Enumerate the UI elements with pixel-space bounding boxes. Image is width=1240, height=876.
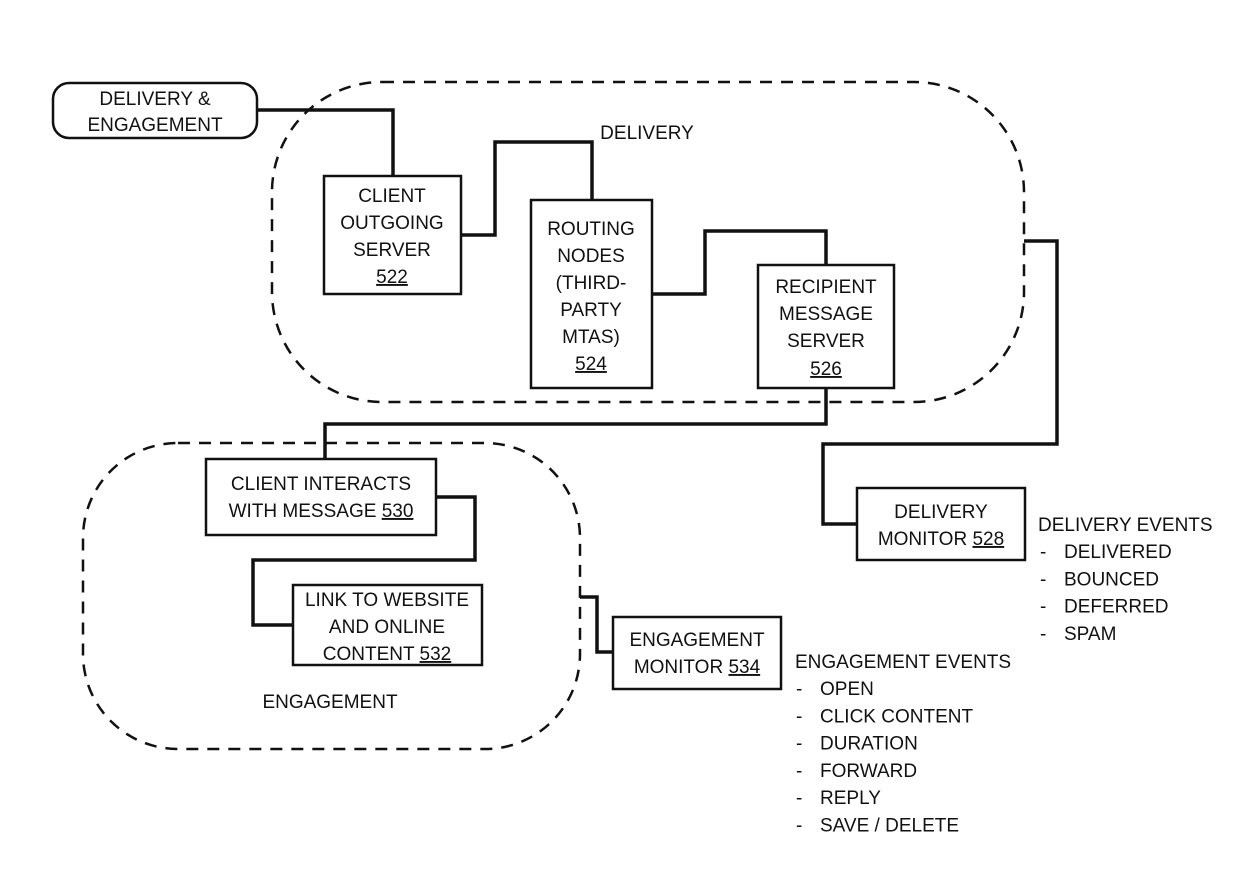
engagement-event-item: FORWARD [820, 761, 917, 782]
node-522-line3: SERVER [353, 240, 431, 261]
engagement-event-bullet: - [796, 706, 802, 727]
node-526-line2: MESSAGE [779, 304, 873, 325]
node-delivery-monitor: DELIVERY MONITOR 528 [855, 486, 1027, 562]
node-530-line2-prefix: WITH MESSAGE [229, 501, 382, 522]
node-routing-nodes: ROUTING NODES (THIRD- PARTY MTAS) 524 [529, 198, 654, 390]
node-recipient-message-server: RECIPIENT MESSAGE SERVER 526 [756, 263, 896, 390]
node-534-line2-prefix: MONITOR [634, 657, 729, 678]
node-522-line1: CLIENT [358, 186, 426, 207]
node-528-line2-prefix: MONITOR [878, 529, 973, 550]
node-link-to-website: LINK TO WEBSITE AND ONLINE CONTENT 532 [291, 583, 484, 667]
engagement-event-bullet: - [796, 788, 802, 809]
connector-engagement-to-534 [580, 595, 613, 654]
delivery-region-label: DELIVERY [600, 123, 694, 144]
node-524-line4: PARTY [560, 300, 622, 321]
delivery-event-bullet: - [1040, 624, 1046, 645]
node-client-outgoing-server: CLIENT OUTGOING SERVER 522 [322, 174, 463, 296]
node-522-line2: OUTGOING [340, 213, 443, 234]
delivery-event-bullet: - [1040, 597, 1046, 618]
node-532-line3: CONTENT 532 [323, 644, 451, 665]
engagement-event-bullet: - [796, 761, 802, 782]
node-524-line2: NODES [557, 246, 625, 267]
engagement-event-item: DURATION [820, 734, 918, 755]
engagement-event-bullet: - [796, 734, 802, 755]
engagement-events-list: ENGAGEMENT EVENTS - OPEN- CLICK CONTENT- DU… [795, 652, 1011, 837]
delivery-events-title: DELIVERY EVENTS [1038, 515, 1213, 536]
node-534-ref: 534 [728, 657, 760, 678]
node-528-line2: MONITOR 528 [878, 529, 1004, 550]
node-530-ref: 530 [382, 501, 414, 522]
node-532-line2: AND ONLINE [329, 617, 445, 638]
delivery-events-list: DELIVERY EVENTS - DELIVERED- BOUNCED- DEFER… [1038, 515, 1213, 645]
engagement-region-label: ENGAGEMENT [262, 692, 398, 713]
delivery-event-item: BOUNCED [1064, 569, 1159, 590]
node-532-ref: 532 [420, 644, 452, 665]
engagement-events-title: ENGAGEMENT EVENTS [795, 652, 1011, 673]
root-node-label-line1: DELIVERY & [99, 89, 211, 110]
node-526-ref: 526 [810, 359, 842, 380]
engagement-event-bullet: - [796, 816, 802, 837]
node-532-line1: LINK TO WEBSITE [305, 590, 469, 611]
node-client-interacts: CLIENT INTERACTS WITH MESSAGE 530 [204, 457, 438, 537]
node-534-line2: MONITOR 534 [634, 657, 761, 678]
delivery-event-item: DEFERRED [1064, 597, 1169, 618]
delivery-event-item: DELIVERED [1064, 542, 1172, 563]
node-526-line1: RECIPIENT [775, 277, 877, 298]
delivery-event-bullet: - [1040, 542, 1046, 563]
node-524-ref: 524 [575, 354, 607, 375]
engagement-events-items: - OPEN- CLICK CONTENT- DURATION- FORWARD- REP… [796, 679, 973, 837]
engagement-event-bullet: - [796, 679, 802, 700]
delivery-event-item: SPAM [1064, 624, 1116, 645]
engagement-event-item: OPEN [820, 679, 874, 700]
node-528-ref: 528 [972, 529, 1004, 550]
connector-root-to-522 [257, 108, 395, 176]
node-532-line3-prefix: CONTENT [323, 644, 420, 665]
node-524-line5: MTAS) [562, 327, 620, 348]
engagement-event-item: REPLY [820, 788, 881, 809]
node-534-line1: ENGAGEMENT [629, 630, 765, 651]
diagram-canvas: DELIVERY & ENGAGEMENT DELIVERY ENGAGEMEN… [51, 80, 1213, 837]
root-node-label-line2: ENGAGEMENT [87, 115, 223, 136]
connector-526-to-530 [323, 388, 828, 459]
node-530-line2: WITH MESSAGE 530 [229, 501, 414, 522]
node-524-line1: ROUTING [547, 219, 635, 240]
engagement-event-item: SAVE / DELETE [820, 816, 959, 837]
node-530-line1: CLIENT INTERACTS [231, 474, 411, 495]
engagement-event-item: CLICK CONTENT [820, 706, 973, 727]
delivery-events-items: - DELIVERED- BOUNCED- DEFERRED- SPAM [1040, 542, 1172, 645]
node-524-line3: (THIRD- [556, 273, 627, 294]
delivery-event-bullet: - [1040, 569, 1046, 590]
node-engagement-monitor: ENGAGEMENT MONITOR 534 [611, 615, 783, 691]
node-528-line1: DELIVERY [894, 502, 988, 523]
node-526-line3: SERVER [787, 331, 865, 352]
node-522-ref: 522 [376, 267, 408, 288]
